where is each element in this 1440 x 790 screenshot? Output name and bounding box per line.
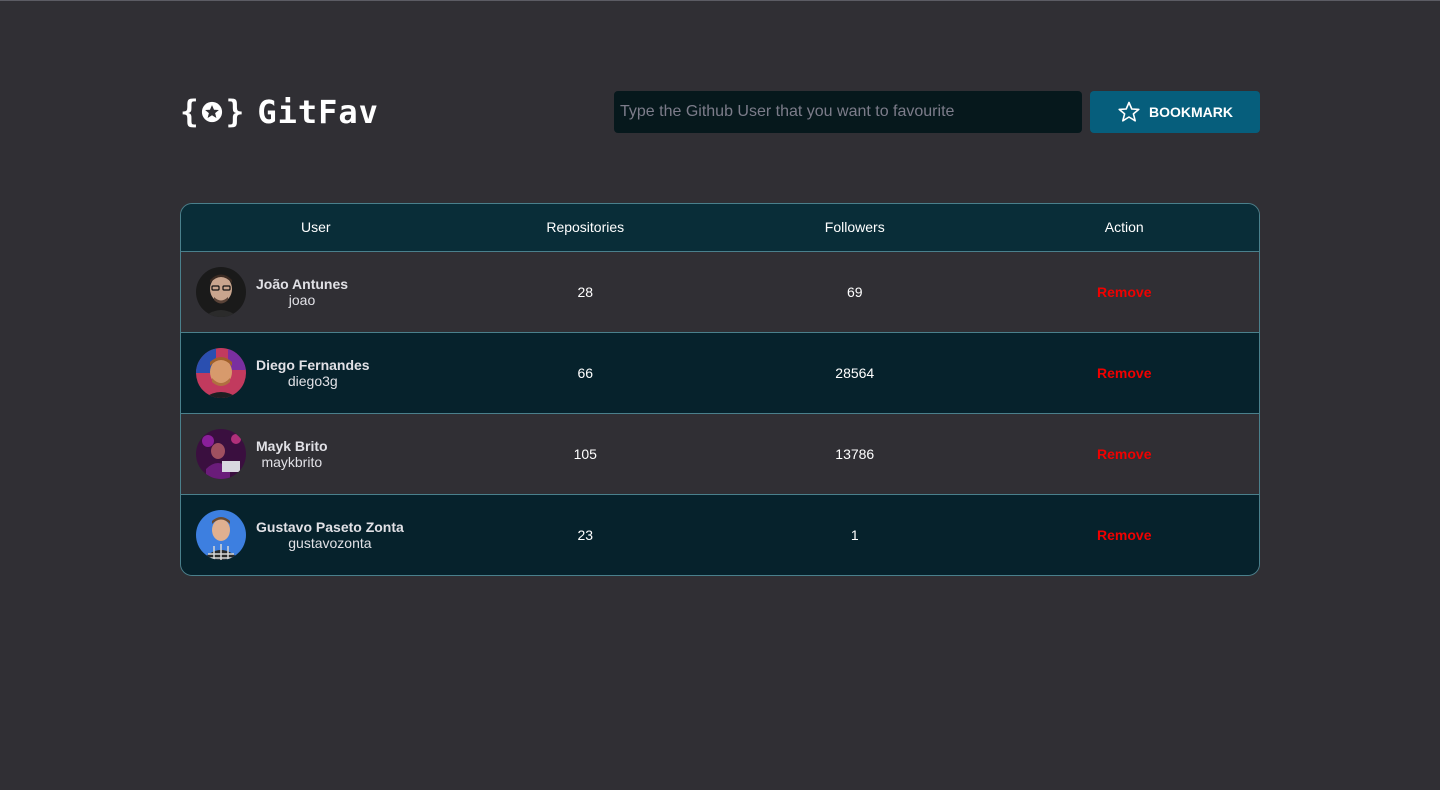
remove-button[interactable]: Remove	[1097, 527, 1151, 543]
remove-button[interactable]: Remove	[1097, 365, 1151, 381]
user-cell: Gustavo Paseto Zonta gustavozonta	[181, 494, 451, 575]
column-header-user: User	[181, 204, 451, 252]
user-login: diego3g	[287, 372, 338, 389]
favourites-table: User Repositories Followers Action João …	[180, 203, 1260, 576]
table-row: João Antunes joao 28 69 Remove	[181, 251, 1259, 333]
action-cell: Remove	[989, 413, 1259, 495]
repositories-count: 28	[450, 251, 720, 333]
user-name: Gustavo Paseto Zonta	[256, 518, 404, 535]
avatar	[196, 428, 246, 479]
followers-count: 28564	[720, 332, 990, 414]
page-header: { } GitFav BOOKMARK	[180, 91, 1260, 133]
action-cell: Remove	[989, 251, 1259, 333]
search-input[interactable]	[614, 91, 1082, 133]
user-info: João Antunes joao	[256, 276, 348, 308]
user-link[interactable]: Gustavo Paseto Zonta gustavozonta	[196, 509, 451, 560]
user-link[interactable]: Mayk Brito maykbrito	[196, 428, 451, 479]
user-login: gustavozonta	[288, 534, 372, 551]
followers-count: 13786	[720, 413, 990, 495]
column-header-action: Action	[989, 204, 1259, 252]
user-login: maykbrito	[261, 453, 323, 470]
logo-star-icon	[201, 101, 222, 123]
remove-button[interactable]: Remove	[1097, 446, 1151, 462]
user-name: Diego Fernandes	[256, 356, 370, 373]
repositories-count: 23	[577, 526, 594, 543]
remove-button[interactable]: Remove	[1097, 284, 1151, 300]
column-header-repositories: Repositories	[450, 204, 720, 252]
avatar	[196, 509, 246, 560]
followers-count: 1	[850, 526, 859, 543]
bookmark-button[interactable]: BOOKMARK	[1090, 91, 1260, 133]
user-name: Mayk Brito	[256, 437, 328, 454]
table-row: Diego Fernandes diego3g 66 28564 Remove	[181, 332, 1259, 414]
user-login: joao	[288, 291, 316, 308]
user-link[interactable]: Diego Fernandes diego3g	[196, 347, 451, 398]
table-row: Gustavo Paseto Zonta gustavozonta 23 1 R…	[181, 494, 1259, 575]
avatar	[196, 266, 246, 317]
user-info: Mayk Brito maykbrito	[256, 438, 328, 470]
repositories-count: 105	[450, 413, 720, 495]
gitfav-logo: { } GitFav	[180, 91, 379, 133]
star-braces-icon: { }	[180, 94, 245, 130]
action-cell: Remove	[989, 332, 1259, 414]
star-outline-icon	[1118, 101, 1140, 122]
bookmark-button-label: BOOKMARK	[1149, 104, 1233, 120]
user-link[interactable]: João Antunes joao	[196, 266, 451, 317]
user-cell: João Antunes joao	[181, 251, 451, 333]
followers-count: 69	[720, 251, 990, 333]
app-title: GitFav	[257, 93, 379, 131]
logo-brace-left: {	[180, 94, 199, 130]
table-row: Mayk Brito maykbrito 105 13786 Remove	[181, 413, 1259, 495]
column-header-followers: Followers	[720, 204, 990, 252]
repositories-count: 66	[450, 332, 720, 414]
user-cell: Diego Fernandes diego3g	[181, 332, 451, 414]
user-cell: Mayk Brito maykbrito	[181, 413, 451, 495]
avatar	[196, 347, 246, 398]
user-name: João Antunes	[256, 275, 349, 292]
search-bar: BOOKMARK	[614, 91, 1260, 133]
user-info: Gustavo Paseto Zonta gustavozonta	[256, 519, 404, 551]
action-cell: Remove	[990, 494, 1260, 575]
logo-brace-right: }	[225, 94, 245, 130]
table-header-row: User Repositories Followers Action	[181, 204, 1259, 252]
user-info: Diego Fernandes diego3g	[256, 357, 370, 389]
window-top-border	[0, 0, 1440, 1]
